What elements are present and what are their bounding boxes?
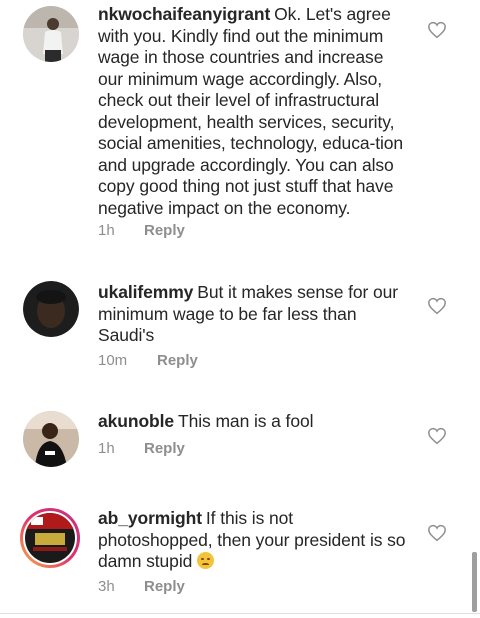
comment-text-block: ab_yormight If this is not photoshopped, … — [98, 508, 408, 573]
reply-button[interactable]: Reply — [144, 222, 185, 239]
comment-username[interactable]: ab_yormight — [98, 508, 202, 528]
reply-button[interactable]: Reply — [157, 352, 198, 369]
avatar-image — [23, 281, 79, 337]
like-heart-icon[interactable] — [427, 297, 447, 315]
comment-text-block: akunoble This man is a fool — [98, 411, 408, 433]
comment-username[interactable]: akunoble — [98, 411, 174, 431]
comment-time: 3h — [98, 578, 115, 595]
comment-meta: 3h Reply — [98, 578, 185, 595]
avatar-ring-gap — [23, 511, 77, 565]
comment-meta: 10m Reply — [98, 352, 198, 369]
avatar[interactable] — [23, 411, 79, 467]
avatar[interactable] — [23, 281, 79, 337]
like-heart-icon[interactable] — [427, 21, 447, 39]
avatar[interactable] — [23, 6, 79, 62]
reply-button[interactable]: Reply — [144, 578, 185, 595]
divider — [0, 613, 480, 614]
comment-time: 1h — [98, 440, 115, 457]
angry-face-emoji — [197, 552, 215, 569]
comment-text-block: ukalifemmy But it makes sense for our min… — [98, 282, 408, 347]
comment-text-block: nkwochaifeanyigrant Ok. Let's agree with … — [98, 4, 408, 219]
comment-username[interactable]: ukalifemmy — [98, 282, 193, 302]
like-heart-icon[interactable] — [427, 524, 447, 542]
comment-text: Ok. Let's agree with you. Kindly find ou… — [98, 4, 404, 218]
reply-button[interactable]: Reply — [144, 440, 185, 457]
comment-meta: 1h Reply — [98, 222, 185, 239]
comment-text: This man is a fool — [178, 411, 314, 431]
like-heart-icon[interactable] — [427, 427, 447, 445]
scrollbar[interactable] — [472, 552, 477, 612]
avatar-image — [25, 513, 75, 563]
avatar-image — [23, 6, 79, 62]
comment-meta: 1h Reply — [98, 440, 185, 457]
comment-time: 10m — [98, 352, 128, 369]
avatar-with-story-ring[interactable] — [20, 508, 80, 568]
avatar-image — [23, 411, 79, 467]
comment-username[interactable]: nkwochaifeanyigrant — [98, 4, 270, 24]
comment-time: 1h — [98, 222, 115, 239]
